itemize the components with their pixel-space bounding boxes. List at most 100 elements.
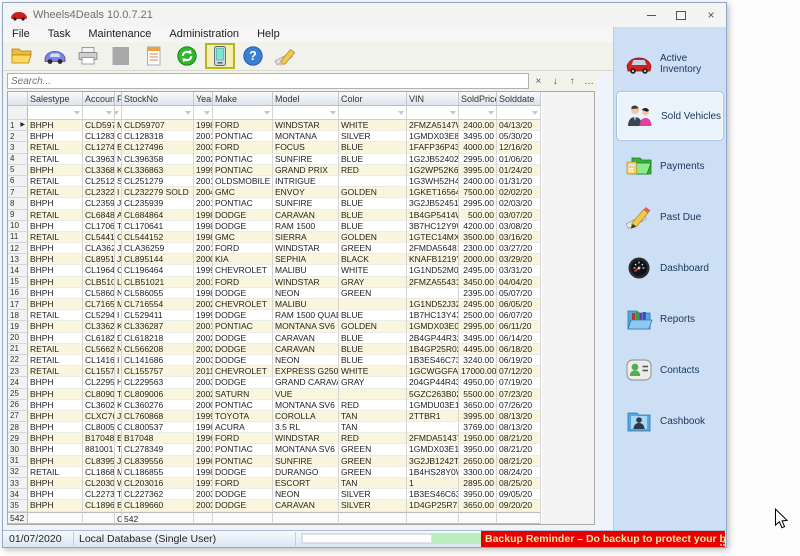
row-number-cell[interactable]: 16: [8, 288, 28, 299]
table-row[interactable]: 28BHPHCL80053CCL8005371996ACURA3.5 RLTAN…: [8, 422, 542, 433]
grid-cell[interactable]: CL19646: [83, 265, 115, 276]
chevron-down-icon[interactable]: [106, 111, 112, 115]
grid-cell[interactable]: PONTIAC: [213, 154, 273, 165]
grid-cell[interactable]: [339, 299, 407, 310]
grid-cell[interactable]: WHITE: [339, 366, 407, 377]
table-row[interactable]: 13BHPHCL89514JCL8951442000KIASEPHIABLACK…: [8, 254, 542, 265]
grid-cell[interactable]: 12/16/20: [497, 142, 541, 153]
grid-cell[interactable]: I: [115, 366, 122, 377]
close-button[interactable]: ×: [696, 3, 726, 27]
grid-cell[interactable]: 3650.00: [459, 500, 497, 511]
column-header-F[interactable]: F: [115, 92, 122, 106]
search-input[interactable]: [7, 73, 529, 89]
grid-cell[interactable]: [339, 389, 407, 400]
chevron-down-icon[interactable]: [185, 111, 191, 115]
grid-cell[interactable]: 1999: [194, 165, 213, 176]
table-row[interactable]: 22RETAILCL14168ICL1416862003DODGENEONBLU…: [8, 355, 542, 366]
grid-cell[interactable]: CL251279: [122, 176, 194, 187]
chevron-down-icon[interactable]: [488, 111, 494, 115]
grid-cell[interactable]: 1G1ND52M0X6: [407, 265, 459, 276]
minimize-button[interactable]: [636, 3, 666, 27]
chevron-down-icon[interactable]: [264, 111, 270, 115]
grid-cell[interactable]: CLXC760: [83, 411, 115, 422]
grid-cell[interactable]: 1998: [194, 120, 213, 131]
grid-cell[interactable]: BHPH: [28, 456, 83, 467]
grid-cell[interactable]: 1G2JB5240273: [407, 154, 459, 165]
grid-cell[interactable]: T: [115, 221, 122, 232]
chevron-down-icon[interactable]: [74, 111, 80, 115]
table-row[interactable]: 21RETAILCL56620NCL5662082002DODGECARAVAN…: [8, 344, 542, 355]
grid-cell[interactable]: 2003: [194, 489, 213, 500]
grid-cell[interactable]: 04/13/20: [497, 120, 541, 131]
grid-cell[interactable]: MALIBU: [273, 265, 339, 276]
grid-cell[interactable]: GMC: [213, 232, 273, 243]
grid-cell[interactable]: WINDSTAR: [273, 277, 339, 288]
grid-cell[interactable]: BHPH: [28, 321, 83, 332]
grid-cell[interactable]: 3769.00: [459, 422, 497, 433]
grid-cell[interactable]: 3B7HC12Y9WG: [407, 221, 459, 232]
sidebar-item-contacts[interactable]: Contacts: [617, 347, 723, 393]
sidebar-item-cashbook[interactable]: Cashbook: [617, 398, 723, 444]
grid-cell[interactable]: RETAIL: [28, 142, 83, 153]
grid-cell[interactable]: 2FMZA55431BE: [407, 277, 459, 288]
table-row[interactable]: 12BHPHCLA3625JCLA362592001FORDWINDSTARGR…: [8, 243, 542, 254]
grid-cell[interactable]: J: [115, 198, 122, 209]
grid-cell[interactable]: BHPH: [28, 389, 83, 400]
blank-icon[interactable]: [106, 43, 136, 69]
table-row[interactable]: 4RETAILCL39635NCL3963582002PONTIACSUNFIR…: [8, 154, 542, 165]
row-number-cell[interactable]: 26: [8, 400, 28, 411]
grid-cell[interactable]: 1G2WP52K6XF: [407, 165, 459, 176]
table-row[interactable]: 26BHPHCL36027KCL3602762000PONTIACMONTANA…: [8, 400, 542, 411]
grid-cell[interactable]: 09/20/20: [497, 500, 541, 511]
grid-cell[interactable]: BHPH: [28, 433, 83, 444]
grid-cell[interactable]: 881001: [83, 444, 115, 455]
grid-cell[interactable]: FORD: [213, 433, 273, 444]
grid-cell[interactable]: 03/16/20: [497, 232, 541, 243]
grid-cell[interactable]: CL235939: [122, 198, 194, 209]
grid-cell[interactable]: FORD: [213, 277, 273, 288]
grid-cell[interactable]: CL895144: [122, 254, 194, 265]
grid-cell[interactable]: 3500.00: [459, 232, 497, 243]
row-number-cell[interactable]: 18: [8, 310, 28, 321]
grid-cell[interactable]: BHPH: [28, 165, 83, 176]
search-more-icon[interactable]: …: [581, 73, 597, 89]
row-number-cell[interactable]: 25: [8, 389, 28, 400]
row-number-cell[interactable]: 29: [8, 433, 28, 444]
row-number-cell[interactable]: 13: [8, 254, 28, 265]
grid-cell[interactable]: 2003: [194, 500, 213, 511]
grid-cell[interactable]: B: [115, 500, 122, 511]
grid-cell[interactable]: CL58605: [83, 288, 115, 299]
grid-cell[interactable]: GREEN: [339, 288, 407, 299]
grid-cell[interactable]: EXPRESS G2500: [273, 366, 339, 377]
grid-cell[interactable]: 05/30/20: [497, 131, 541, 142]
grid-cell[interactable]: 2FMDA5143TB: [407, 433, 459, 444]
grid-cell[interactable]: CL83955: [83, 456, 115, 467]
search-prev-icon[interactable]: ↑: [564, 73, 580, 89]
grid-cell[interactable]: E: [115, 433, 122, 444]
grid-cell[interactable]: CLA3625: [83, 243, 115, 254]
grid-cell[interactable]: NEON: [273, 355, 339, 366]
grid-cell[interactable]: BLACK: [339, 254, 407, 265]
grid-cell[interactable]: 1GMDU03E1YD: [407, 400, 459, 411]
grid-cell[interactable]: RETAIL: [28, 210, 83, 221]
grid-cell[interactable]: CL586055: [122, 288, 194, 299]
grid-cell[interactable]: RED: [339, 400, 407, 411]
grid-cell[interactable]: DODGE: [213, 467, 273, 478]
grid-cell[interactable]: DODGE: [213, 489, 273, 500]
row-number-cell[interactable]: 9: [8, 210, 28, 221]
table-row[interactable]: 24BHPHCL22956HCL2295632003DODGEGRAND CAR…: [8, 377, 542, 388]
grid-cell[interactable]: 1D4GP25R73B: [407, 500, 459, 511]
row-number-cell[interactable]: 10: [8, 221, 28, 232]
grid-cell[interactable]: CL760868: [122, 411, 194, 422]
grid-cell[interactable]: TAN: [339, 411, 407, 422]
grid-cell[interactable]: 2011: [194, 366, 213, 377]
grid-cell[interactable]: T: [115, 444, 122, 455]
grid-cell[interactable]: CL36027: [83, 400, 115, 411]
grid-cell[interactable]: 01/06/20: [497, 154, 541, 165]
table-row[interactable]: 9RETAILCL68486ACL6848641998DODGECARAVANB…: [8, 210, 542, 221]
grid-cell[interactable]: 1GMDX03E01D: [407, 321, 459, 332]
sidebar-item-sold-vehicles[interactable]: Sold Vehicles: [617, 92, 723, 140]
grid-cell[interactable]: 1998: [194, 288, 213, 299]
grid-cell[interactable]: WINDSTAR: [273, 243, 339, 254]
search-next-icon[interactable]: ↓: [547, 73, 563, 89]
